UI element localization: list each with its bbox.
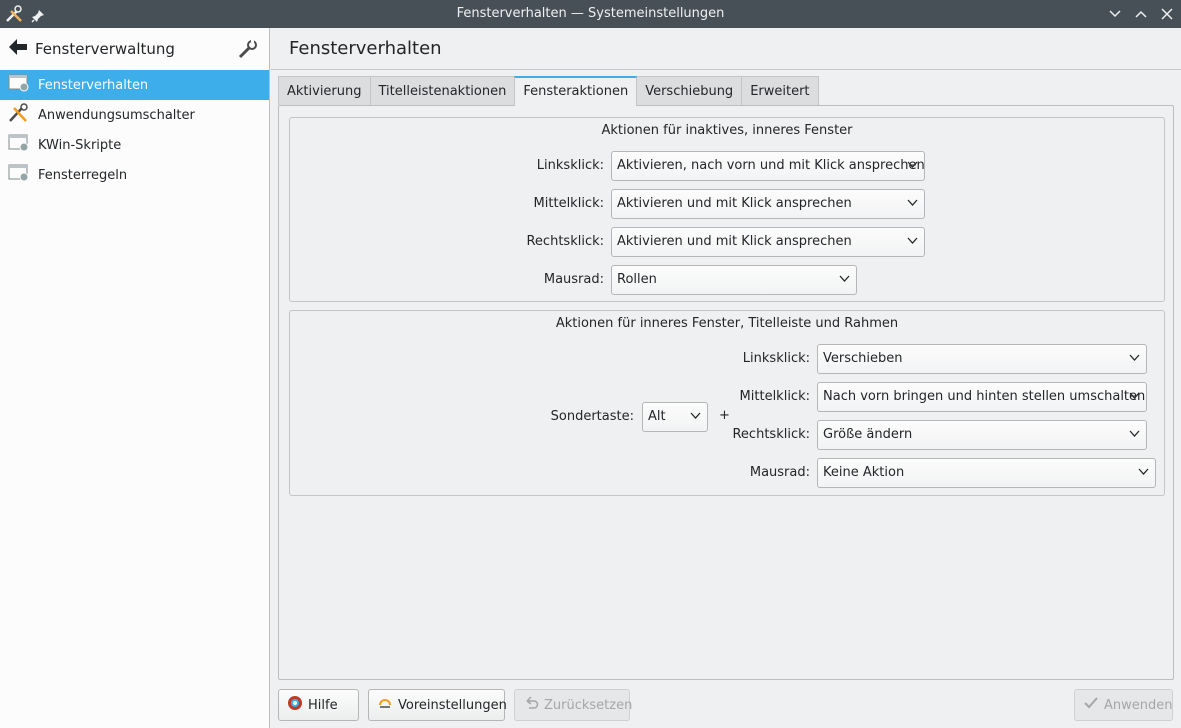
back-arrow-icon[interactable] — [8, 38, 28, 60]
checkmark-icon — [1083, 695, 1099, 715]
inner-mouse-wheel-select[interactable]: Keine Aktion — [817, 458, 1156, 488]
tab-verschiebung[interactable]: Verschiebung — [636, 76, 743, 105]
middle-click-label: Mittelklick: — [533, 196, 604, 211]
chevron-down-icon — [1129, 354, 1140, 361]
main-content: Fensterverhalten Aktivierung Titelleiste… — [271, 28, 1181, 728]
window-settings-icon — [8, 163, 30, 187]
sidebar-item-fensterverhalten[interactable]: Fensterverhalten — [0, 70, 269, 100]
combo-value: Verschieben — [823, 351, 903, 366]
inner-right-click-select[interactable]: Größe ändern — [817, 420, 1147, 450]
reset-button[interactable]: Zurücksetzen — [514, 689, 633, 721]
defaults-icon — [377, 695, 393, 715]
mouse-wheel-label: Mausrad: — [543, 272, 604, 287]
sidebar: Fensterverwaltung Fensterverhalten Anwen… — [0, 28, 270, 728]
help-icon — [287, 695, 303, 715]
apply-button[interactable]: Anwenden — [1074, 689, 1173, 721]
chevron-down-icon — [1129, 430, 1140, 437]
tools-icon — [8, 103, 30, 127]
middle-click-label: Mittelklick: — [739, 389, 810, 404]
inner-left-click-select[interactable]: Verschieben — [817, 344, 1147, 374]
inactive-mouse-wheel-select[interactable]: Rollen — [611, 265, 857, 295]
tab-panel-fensteraktionen: Aktionen für inaktives, inneres Fenster … — [278, 105, 1174, 680]
chevron-down-icon — [1129, 392, 1140, 399]
window-settings-icon — [8, 73, 30, 97]
reset-button-label: Zurücksetzen — [544, 697, 633, 713]
chevron-down-icon — [907, 161, 918, 168]
combo-value: Keine Aktion — [823, 465, 905, 480]
right-click-label: Rechtsklick: — [732, 427, 810, 442]
sidebar-item-label: KWin-Skripte — [38, 137, 122, 153]
inactive-middle-click-select[interactable]: Aktivieren und mit Klick ansprechen — [611, 189, 925, 219]
inactive-right-click-select[interactable]: Aktivieren und mit Klick ansprechen — [611, 227, 925, 257]
chevron-down-icon — [1138, 468, 1149, 475]
chevron-down-icon — [839, 275, 850, 282]
header-divider — [271, 69, 1181, 70]
maximize-icon[interactable] — [1131, 4, 1151, 24]
right-click-label: Rechtsklick: — [526, 234, 604, 249]
tab-fensteraktionen[interactable]: Fensteraktionen — [514, 76, 638, 106]
sidebar-item-anwendungsumschalter[interactable]: Anwendungsumschalter — [0, 100, 269, 130]
combo-value: Aktivieren und mit Klick ansprechen — [617, 234, 852, 249]
tab-erweitert[interactable]: Erweitert — [741, 76, 819, 105]
inner-window-group: Aktionen für inneres Fenster, Titelleist… — [289, 310, 1165, 496]
inner-middle-click-select[interactable]: Nach vorn bringen und hinten stellen ums… — [817, 382, 1147, 412]
help-button[interactable]: Hilfe — [278, 689, 359, 721]
group-title: Aktionen für inneres Fenster, Titelleist… — [555, 316, 899, 331]
sidebar-item-kwin-skripte[interactable]: KWin-Skripte — [0, 130, 269, 160]
mouse-wheel-label: Mausrad: — [749, 465, 810, 480]
inactive-left-click-select[interactable]: Aktivieren, nach vorn und mit Klick ansp… — [611, 151, 925, 181]
help-button-label: Hilfe — [308, 697, 338, 713]
close-icon[interactable] — [1157, 4, 1177, 24]
combo-value: Alt — [648, 409, 666, 424]
combo-value: Nach vorn bringen und hinten stellen ums… — [823, 389, 1146, 404]
window-title: Fensterverhalten — Systemeinstellungen — [456, 6, 725, 21]
window-settings-icon — [8, 133, 30, 157]
combo-value: Aktivieren, nach vorn und mit Klick ansp… — [617, 158, 925, 173]
sidebar-item-label: Fensterregeln — [38, 167, 128, 183]
configure-tools-icon[interactable] — [237, 38, 259, 64]
defaults-button[interactable]: Voreinstellungen — [368, 689, 507, 721]
chevron-down-icon — [907, 237, 918, 244]
left-click-label: Linksklick: — [742, 351, 810, 366]
sidebar-item-fensterregeln[interactable]: Fensterregeln — [0, 160, 269, 190]
sidebar-title: Fensterverwaltung — [35, 40, 175, 58]
modifier-label: Sondertaste: — [550, 409, 634, 424]
window-titlebar[interactable]: Fensterverhalten — Systemeinstellungen — [0, 0, 1181, 28]
sidebar-item-label: Anwendungsumschalter — [38, 107, 195, 123]
combo-value: Größe ändern — [823, 427, 913, 442]
left-click-label: Linksklick: — [536, 158, 604, 173]
sidebar-item-label: Fensterverhalten — [38, 77, 149, 93]
combo-value: Aktivieren und mit Klick ansprechen — [617, 196, 852, 211]
group-title: Aktionen für inaktives, inneres Fenster — [601, 123, 853, 138]
undo-icon — [523, 695, 539, 715]
combo-value: Rollen — [617, 272, 657, 287]
tab-titelleistenaktionen[interactable]: Titelleistenaktionen — [369, 76, 516, 105]
chevron-down-icon — [907, 199, 918, 206]
minimize-icon[interactable] — [1105, 4, 1125, 24]
tab-bar: Aktivierung Titelleistenaktionen Fenster… — [278, 76, 819, 106]
defaults-button-label: Voreinstellungen — [398, 697, 507, 713]
page-title: Fensterverhalten — [289, 38, 442, 59]
apply-button-label: Anwenden — [1104, 697, 1173, 713]
tab-aktivierung[interactable]: Aktivierung — [278, 76, 371, 105]
sidebar-header: Fensterverwaltung — [0, 28, 269, 70]
chevron-down-icon — [690, 412, 701, 419]
inactive-window-group: Aktionen für inaktives, inneres Fenster … — [289, 117, 1165, 302]
